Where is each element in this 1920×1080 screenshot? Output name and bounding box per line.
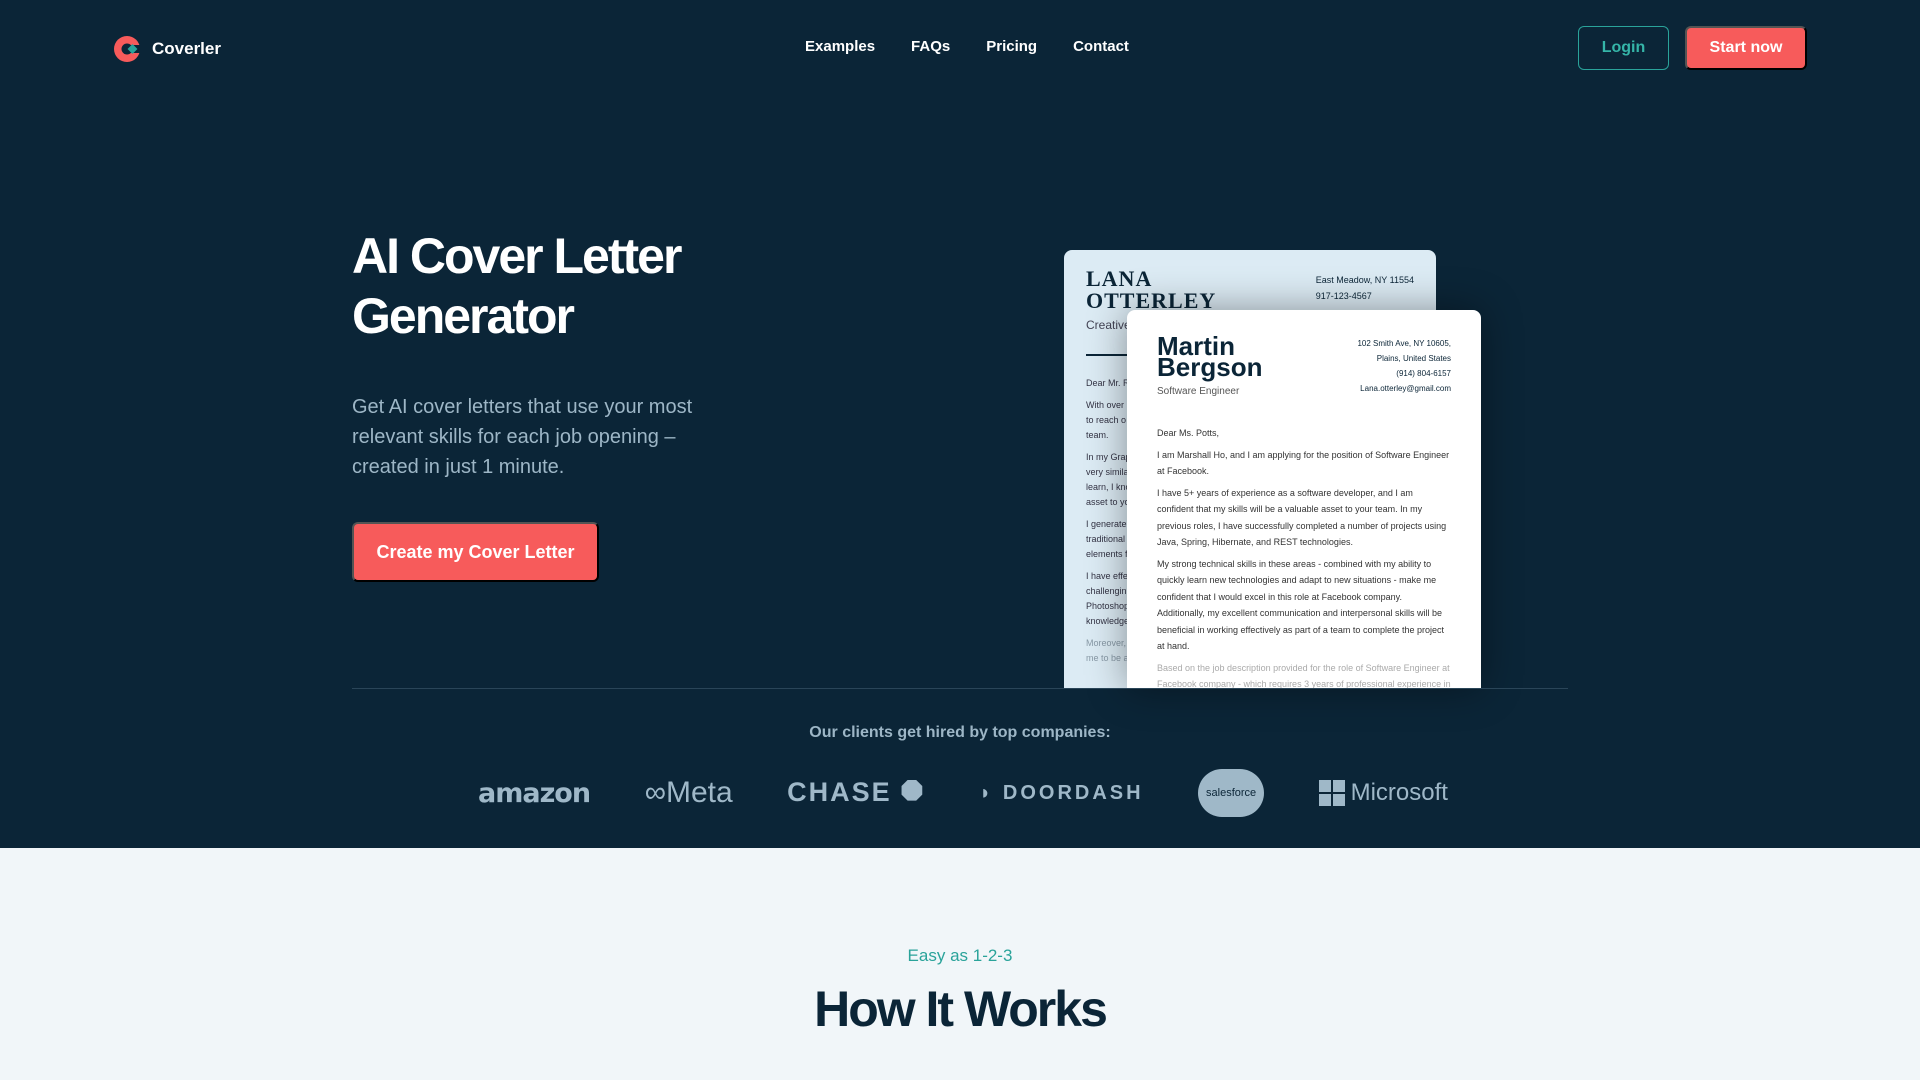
front-greeting: Dear Ms. Potts,	[1157, 428, 1220, 438]
start-now-button[interactable]: Start now	[1685, 26, 1807, 70]
back-phone: 917-123-4567	[1315, 291, 1372, 301]
microsoft-logo: Microsoft	[1318, 779, 1448, 807]
nav-pricing[interactable]: Pricing	[986, 38, 1037, 55]
doordash-logo: ◗ DOORDASH	[979, 781, 1144, 804]
front-name-2: Bergson	[1157, 352, 1263, 382]
front-paragraph: I am Marshall Ho, and I am applying for …	[1157, 449, 1450, 477]
front-paragraph: Based on the job description provided fo…	[1157, 662, 1451, 689]
back-name-2: OTTERLEY	[1086, 288, 1217, 313]
front-role: Software Engineer	[1157, 386, 1240, 397]
front-paragraph: I have 5+ years of experience as a softw…	[1157, 487, 1447, 548]
hero-section	[0, 0, 1920, 848]
meta-logo: ∞Meta	[644, 776, 733, 809]
main-nav: Examples FAQs Pricing Contact	[805, 38, 1129, 55]
salesforce-logo: salesforce	[1198, 769, 1265, 817]
back-name-1: LANA	[1086, 266, 1153, 291]
brand-name: Coverler	[152, 39, 221, 58]
back-address: East Meadow, NY 11554	[1315, 275, 1414, 285]
amazon-logo: amazon	[478, 777, 591, 809]
front-paragraph: My strong technical skills in these area…	[1157, 558, 1444, 652]
login-button[interactable]: Login	[1578, 26, 1669, 70]
nav-examples[interactable]: Examples	[805, 38, 875, 55]
cover-letter-preview-front: Martin Bergson Software Engineer 102 Smi…	[1127, 310, 1481, 688]
front-phone: (914) 804-6157	[1396, 369, 1451, 378]
nav-contact[interactable]: Contact	[1073, 38, 1129, 55]
how-eyebrow: Easy as 1-2-3	[907, 946, 1013, 965]
divider	[352, 688, 1568, 689]
hero-subtitle: Get AI cover letters that use your most …	[352, 396, 693, 478]
front-email: Lana.otterley@gmail.com	[1360, 384, 1451, 393]
how-it-works-title: How It Works	[814, 981, 1108, 1037]
create-cover-letter-button[interactable]: Create my Cover Letter	[352, 522, 599, 582]
front-address-2: Plains, United States	[1376, 354, 1451, 363]
logo[interactable]: Coverler	[112, 34, 221, 64]
nav-faqs[interactable]: FAQs	[911, 38, 950, 55]
coverler-logo-icon	[114, 36, 141, 62]
chase-logo: CHASE ⯃	[787, 777, 925, 807]
front-address-1: 102 Smith Ave, NY 10605,	[1357, 339, 1451, 348]
clients-heading: Our clients get hired by top companies:	[809, 724, 1111, 741]
company-logos: amazon ∞Meta CHASE ⯃ ◗ DOORDASH salesfor…	[478, 768, 1448, 818]
hero-title: AI Cover Letter Generator	[352, 228, 682, 344]
